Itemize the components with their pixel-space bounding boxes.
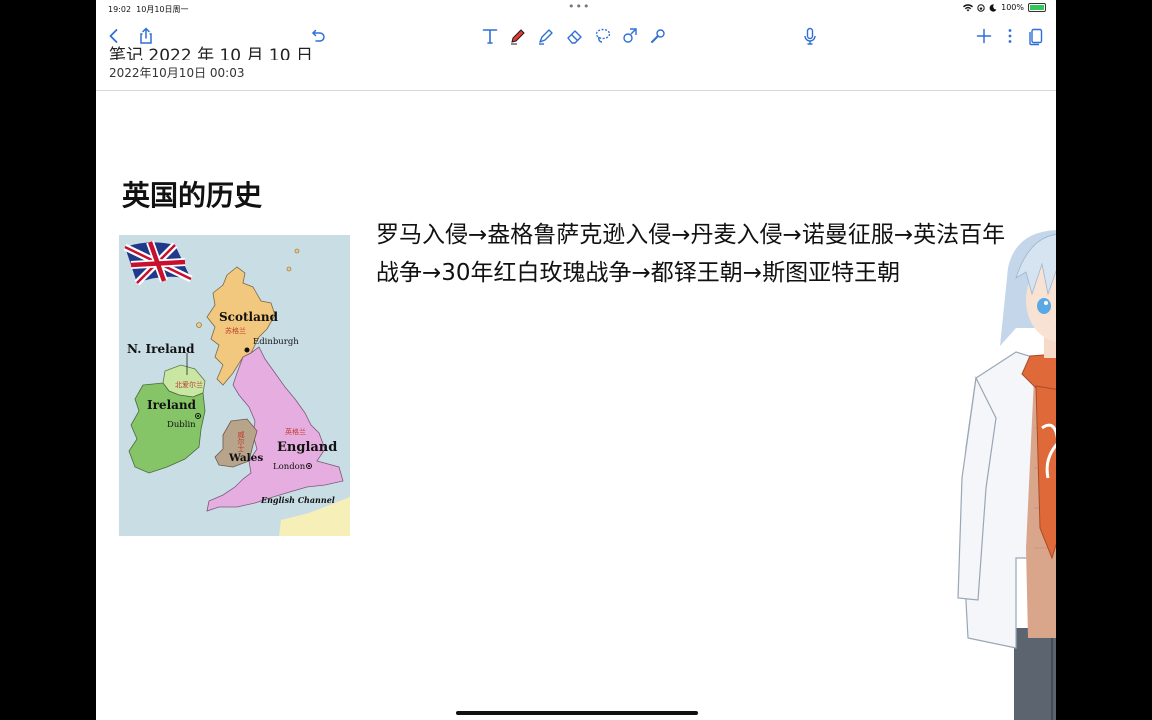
note-heading[interactable]: 英国的历史 <box>122 174 262 214</box>
dublin-label: Dublin <box>167 420 196 430</box>
wifi-icon <box>963 3 974 11</box>
wales-cn-label: 威尔士 <box>237 430 245 452</box>
home-indicator[interactable] <box>456 711 698 715</box>
status-bar: 19:02 10月10日周一 ••• 100% <box>96 0 1056 18</box>
status-time: 19:02 10月10日周一 <box>108 4 189 15</box>
add-icon[interactable] <box>972 24 996 48</box>
highlighter-icon[interactable] <box>534 24 558 48</box>
scotland-label: Scotland <box>219 310 279 324</box>
england-label: England <box>277 440 337 455</box>
shapes-icon[interactable] <box>619 24 643 48</box>
text-tool-icon[interactable] <box>478 24 502 48</box>
back-icon[interactable] <box>102 24 126 48</box>
laser-pointer-icon[interactable] <box>646 24 670 48</box>
date-text: 10月10日周一 <box>136 5 189 14</box>
english-channel-label: English Channel <box>260 495 335 505</box>
battery-icon <box>1028 3 1046 12</box>
clock-text: 19:02 <box>108 5 132 14</box>
lasso-icon[interactable] <box>591 24 615 48</box>
uk-map-drawing: Scotland 苏格兰 Edinburgh N. Ireland 北爱尔兰 I… <box>119 235 350 536</box>
orientation-lock-icon <box>977 3 985 12</box>
document-title[interactable]: 笔记 2022 年 10 月 10 日 <box>109 46 1009 60</box>
england-cn-label: 英格兰 <box>285 427 306 436</box>
moon-icon <box>989 3 997 12</box>
header-divider <box>96 90 1056 91</box>
multitasking-dots-icon[interactable]: ••• <box>568 0 590 13</box>
edinburgh-label: Edinburgh <box>253 337 299 347</box>
vtuber-avatar <box>957 230 1056 720</box>
eraser-icon[interactable] <box>563 24 587 48</box>
document-header: 笔记 2022 年 10 月 10 日 2022年10月10日 00:03 <box>109 46 1009 81</box>
uk-map-image[interactable]: Scotland 苏格兰 Edinburgh N. Ireland 北爱尔兰 I… <box>119 235 350 536</box>
ireland-label: Ireland <box>147 398 197 412</box>
wales-label: Wales <box>228 452 263 464</box>
document-created-date: 2022年10月10日 00:03 <box>109 66 245 80</box>
microphone-icon[interactable] <box>798 24 822 48</box>
history-text[interactable]: 罗马入侵→盎格鲁萨克逊入侵→丹麦入侵→诺曼征服→英法百年战争→30年红白玫瑰战争… <box>376 216 1021 292</box>
pages-icon[interactable] <box>1024 24 1048 48</box>
london-label: London <box>273 462 306 472</box>
pen-icon[interactable] <box>506 24 530 48</box>
n-ireland-cn-label: 北爱尔兰 <box>175 380 203 389</box>
ipad-screen: 19:02 10月10日周一 ••• 100% 笔记 2022 年 10 月 1… <box>96 0 1056 720</box>
undo-icon[interactable] <box>306 24 330 48</box>
more-icon[interactable] <box>998 24 1022 48</box>
status-right: 100% <box>963 3 1046 12</box>
n-ireland-label: N. Ireland <box>127 342 195 356</box>
scotland-cn-label: 苏格兰 <box>225 326 246 335</box>
share-icon[interactable] <box>134 24 158 48</box>
battery-percent: 100% <box>1001 3 1024 12</box>
